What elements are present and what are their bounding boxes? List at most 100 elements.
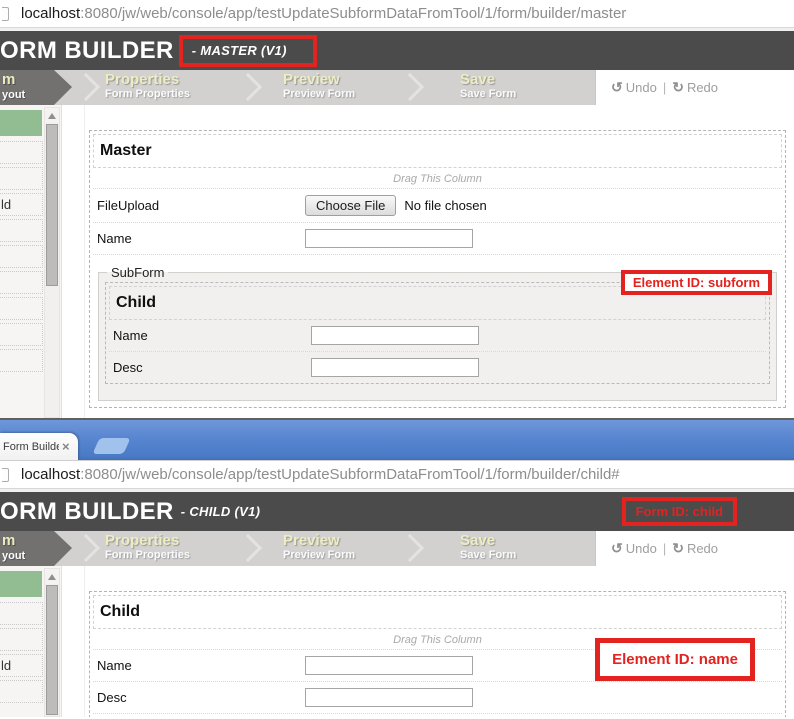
- builder-nav-master: m yout Properties Form Properties Previe…: [0, 70, 794, 105]
- page-icon: [2, 7, 9, 21]
- scroll-up-icon[interactable]: [45, 108, 59, 123]
- desc-input[interactable]: [305, 688, 473, 707]
- app-header-child: FORM BUILDER - CHILD (V1) Form ID: child: [0, 492, 794, 531]
- subform-element[interactable]: SubForm Element ID: subform Child Name D…: [98, 265, 777, 401]
- palette-item[interactable]: [0, 349, 43, 372]
- tab-save-title: Save: [460, 532, 496, 549]
- annotation-element-id-name: Element ID: name: [595, 638, 755, 681]
- form-version-label: - MASTER (V1): [191, 42, 287, 58]
- palette-item[interactable]: [0, 141, 43, 164]
- palette-scrollbar[interactable]: [44, 568, 60, 717]
- palette-item-label: ld: [1, 658, 12, 673]
- palette-item-label: ld: [1, 197, 12, 212]
- annotation-form-id-child: Form ID: child: [621, 497, 737, 526]
- field-row-fileupload[interactable]: FileUpload Choose File No file chosen: [93, 189, 782, 223]
- window-child: localhost:8080/jw/web/console/app/testUp…: [0, 461, 794, 719]
- window-master: localhost:8080/jw/web/console/app/testUp…: [0, 0, 794, 418]
- screenshot-root: localhost:8080/jw/web/console/app/testUp…: [0, 0, 794, 719]
- url-path: :8080/jw/web/console/app/testUpdateSubfo…: [80, 466, 620, 483]
- app-title: FORM BUILDER: [0, 497, 174, 525]
- tab-save-subtitle: Save Form: [460, 549, 517, 561]
- browser-tab-strip: Form Builde ×: [0, 418, 794, 461]
- undo-redo-bar: ↺ Undo | ↻ Redo: [595, 531, 794, 566]
- builder-nav-child: m yout Properties Form Properties Previe…: [0, 531, 794, 566]
- form-version-label: - CHILD (V1): [180, 504, 261, 519]
- redo-button[interactable]: Redo: [687, 541, 718, 556]
- browser-tab-title: Form Builde: [3, 440, 59, 453]
- palette-item[interactable]: [0, 628, 43, 651]
- form-master: Master Drag This Column FileUpload Choos…: [89, 130, 786, 408]
- form-canvas-master: Master Drag This Column FileUpload Choos…: [62, 105, 794, 418]
- form-bottom-padding: [90, 714, 785, 717]
- palette-category-header[interactable]: [0, 571, 42, 597]
- subform-canvas: Child Name Desc: [105, 282, 770, 384]
- palette-category-header[interactable]: [0, 110, 42, 136]
- annotation-element-id-subform: Element ID: subform: [620, 270, 772, 295]
- tab-form-layout-title: m: [2, 532, 16, 549]
- subform-legend: SubForm: [111, 265, 165, 280]
- field-row-desc[interactable]: Desc: [93, 682, 782, 714]
- field-row-sub-desc[interactable]: Desc: [109, 352, 766, 383]
- name-input[interactable]: [305, 229, 473, 248]
- scrollbar-thumb[interactable]: [46, 585, 58, 715]
- section-title-master[interactable]: Master: [93, 134, 782, 168]
- palette-scrollbar[interactable]: [44, 107, 60, 418]
- url-host: localhost: [21, 5, 81, 22]
- palette-item[interactable]: ld: [0, 193, 43, 216]
- palette-item[interactable]: [0, 167, 43, 190]
- palette-item[interactable]: ld: [0, 654, 43, 677]
- address-bar-child[interactable]: localhost:8080/jw/web/console/app/testUp…: [0, 461, 794, 489]
- palette-item[interactable]: [0, 680, 43, 703]
- element-palette: ld: [0, 566, 62, 717]
- palette-item[interactable]: [0, 602, 43, 625]
- field-row-name[interactable]: Name: [93, 223, 782, 255]
- tab-save[interactable]: Save Save Form: [460, 70, 590, 105]
- field-row-sub-name[interactable]: Name: [109, 320, 766, 352]
- palette-item[interactable]: [0, 245, 43, 268]
- element-palette: ld: [0, 105, 62, 418]
- sub-name-input[interactable]: [311, 326, 479, 345]
- field-label: Desc: [113, 360, 143, 375]
- palette-item[interactable]: [0, 271, 43, 294]
- sub-desc-input[interactable]: [311, 358, 479, 377]
- file-status-text: No file chosen: [404, 198, 487, 213]
- url-host: localhost: [21, 466, 81, 483]
- new-tab-button[interactable]: [92, 438, 131, 454]
- palette-item[interactable]: [0, 297, 43, 320]
- scroll-up-icon[interactable]: [45, 569, 59, 584]
- tab-save[interactable]: Save Save Form: [460, 531, 590, 566]
- tab-form-layout[interactable]: m yout: [0, 531, 72, 566]
- annotation-master-version-box: - MASTER (V1): [178, 34, 317, 67]
- chevron-separator-icon: [71, 72, 101, 102]
- url-path: :8080/jw/web/console/app/testUpdateSubfo…: [80, 5, 627, 22]
- app-title: FORM BUILDER: [0, 36, 174, 64]
- field-label: Name: [113, 328, 148, 343]
- close-icon[interactable]: ×: [62, 440, 70, 453]
- tab-form-layout[interactable]: m yout: [0, 70, 72, 105]
- tab-form-layout-subtitle: yout: [2, 89, 26, 101]
- tab-save-title: Save: [460, 71, 496, 88]
- scrollbar-thumb[interactable]: [46, 124, 58, 286]
- browser-tab-form-builder[interactable]: Form Builde ×: [0, 433, 78, 460]
- choose-file-button[interactable]: Choose File: [305, 195, 397, 216]
- tab-form-layout-title: m: [2, 71, 16, 88]
- tab-save-subtitle: Save Form: [460, 88, 517, 100]
- redo-button[interactable]: Redo: [687, 80, 718, 95]
- builder-content-master: ld Master Drag This Column FileUpload Ch…: [0, 105, 794, 418]
- palette-item[interactable]: [0, 219, 43, 242]
- redo-icon: ↻: [672, 540, 684, 556]
- chevron-separator-icon: [71, 533, 101, 563]
- undo-redo-bar: ↺ Undo | ↻ Redo: [595, 70, 794, 105]
- name-input[interactable]: [305, 656, 473, 675]
- section-title-child[interactable]: Child: [93, 595, 782, 629]
- undo-button[interactable]: Undo: [626, 541, 657, 556]
- form-canvas-child: Element ID: name Child Drag This Column …: [62, 566, 794, 717]
- address-bar-master[interactable]: localhost:8080/jw/web/console/app/testUp…: [0, 0, 794, 28]
- tab-form-layout-subtitle: yout: [2, 550, 26, 562]
- field-label: FileUpload: [97, 198, 160, 213]
- undo-redo-divider: |: [662, 541, 667, 556]
- app-header-master: FORM BUILDER - MASTER (V1): [0, 31, 794, 70]
- undo-redo-divider: |: [662, 80, 667, 95]
- undo-button[interactable]: Undo: [626, 80, 657, 95]
- palette-item[interactable]: [0, 323, 43, 346]
